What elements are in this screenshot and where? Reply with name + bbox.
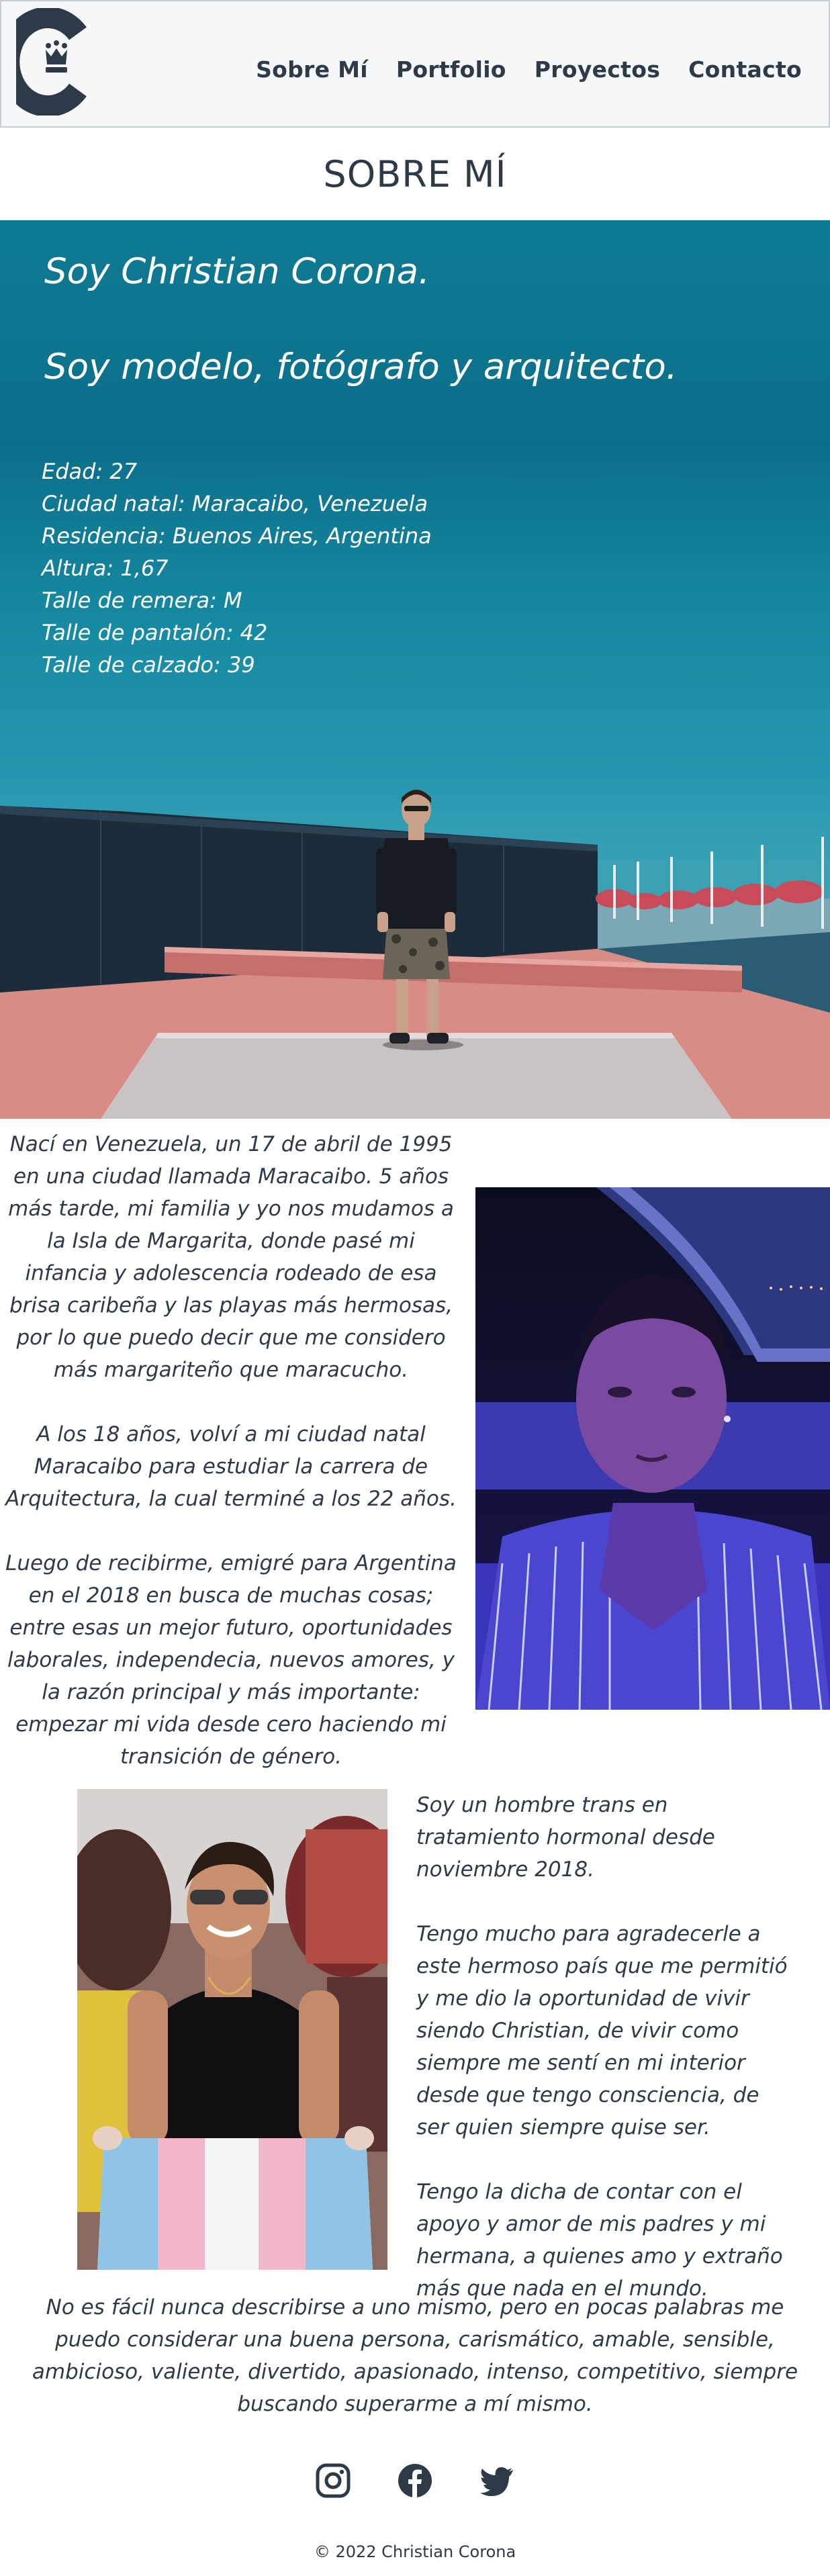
copyright-text: © 2022 Christian Corona bbox=[314, 2542, 516, 2561]
facebook-icon[interactable] bbox=[398, 2463, 432, 2498]
story-paragraph-emigration: Luego de recibirme, emigré para Argentin… bbox=[5, 1551, 457, 1769]
closing-paragraph: No es fácil nunca describirse a uno mism… bbox=[32, 2295, 798, 2416]
instagram-icon[interactable] bbox=[316, 2463, 351, 2498]
twitter-icon[interactable] bbox=[479, 2463, 514, 2498]
nav-link-contacto[interactable]: Contacto bbox=[688, 56, 802, 83]
portrait-photo-selfie bbox=[475, 1187, 830, 1710]
page-title: SOBRE MÍ bbox=[323, 152, 507, 195]
main-nav: Sobre Mí Portfolio Proyectos Contacto bbox=[256, 56, 802, 83]
story-paragraph-identity: Soy un hombre trans en tratamiento hormo… bbox=[416, 1793, 715, 1882]
site-header: Sobre Mí Portfolio Proyectos Contacto bbox=[0, 0, 830, 128]
fact-age: Edad: 27 bbox=[42, 459, 138, 484]
fact-residence: Residencia: Buenos Aires, Argentina bbox=[42, 523, 432, 549]
story-block-1: Nací en Venezuela, un 17 de abril de 199… bbox=[5, 1128, 457, 1773]
personal-facts-list: Edad: 27 Ciudad natal: Maracaibo, Venezu… bbox=[42, 455, 432, 681]
fact-hometown: Ciudad natal: Maracaibo, Venezuela bbox=[42, 491, 428, 516]
story-paragraph-gratitude: Tengo mucho para agradecerle a este herm… bbox=[416, 1922, 788, 2140]
page-title-bar: SOBRE MÍ bbox=[0, 128, 830, 220]
fact-shoe-size: Talle de calzado: 39 bbox=[42, 652, 255, 678]
story-block-2: Soy un hombre trans en tratamiento hormo… bbox=[416, 1789, 792, 2305]
story-paragraph-studies: A los 18 años, volví a mi ciudad natal M… bbox=[5, 1422, 457, 1511]
hero-intro: Soy Christian Corona. Soy modelo, fotógr… bbox=[44, 250, 678, 388]
fact-pants-size: Talle de pantalón: 42 bbox=[42, 620, 268, 645]
crown-c-logo[interactable] bbox=[16, 8, 95, 116]
nav-link-sobre-mi[interactable]: Sobre Mí bbox=[256, 56, 368, 83]
story-paragraph-family: Tengo la dicha de contar con el apoyo y … bbox=[416, 2180, 783, 2301]
site-footer: © 2022 Christian Corona bbox=[0, 2542, 830, 2561]
nav-link-proyectos[interactable]: Proyectos bbox=[535, 56, 660, 83]
portrait-photo-trans-flag bbox=[77, 1789, 387, 2270]
hero-section: Soy Christian Corona. Soy modelo, fotógr… bbox=[0, 220, 830, 1119]
fact-shirt-size: Talle de remera: M bbox=[42, 588, 242, 613]
hero-line-profession: Soy modelo, fotógrafo y arquitecto. bbox=[44, 346, 678, 387]
fact-height: Altura: 1,67 bbox=[42, 555, 169, 581]
story-paragraph-childhood: Nací en Venezuela, un 17 de abril de 199… bbox=[8, 1132, 454, 1382]
closing-statement: No es fácil nunca describirse a uno mism… bbox=[20, 2291, 810, 2420]
nav-link-portfolio[interactable]: Portfolio bbox=[396, 56, 506, 83]
hero-line-name: Soy Christian Corona. bbox=[44, 251, 430, 292]
social-links bbox=[0, 2463, 830, 2498]
